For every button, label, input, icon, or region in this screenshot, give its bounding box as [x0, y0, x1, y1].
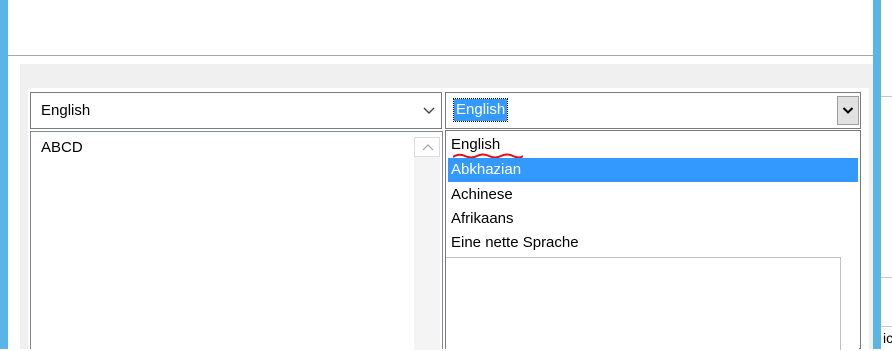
- edge-divider: [881, 326, 892, 327]
- options-empty-area: [446, 257, 858, 351]
- edge-divider: [881, 96, 892, 97]
- top-divider: [8, 55, 873, 56]
- option-achinese[interactable]: Achinese: [448, 183, 858, 207]
- list-item[interactable]: ABCD: [41, 138, 83, 158]
- target-language-input[interactable]: English: [452, 98, 509, 122]
- target-language-combobox[interactable]: English: [445, 92, 861, 129]
- scrollbar-track[interactable]: [840, 257, 859, 350]
- source-language-value: English: [41, 102, 91, 119]
- option-eine-nette-sprache[interactable]: Eine nette Sprache: [448, 231, 858, 255]
- scrollbar-track[interactable]: [414, 157, 440, 350]
- top-area: [8, 0, 873, 56]
- window-accent-right: [873, 0, 881, 349]
- window-accent-left: [0, 0, 8, 349]
- source-language-dropdown[interactable]: English: [30, 92, 442, 129]
- edge-divider: [881, 277, 892, 278]
- option-abkhazian[interactable]: Abkhazian: [448, 158, 858, 182]
- dropdown-button[interactable]: [837, 96, 859, 125]
- target-language-options[interactable]: English Abkhazian Achinese Afrikaans Ein…: [445, 130, 861, 351]
- chevron-down-icon: [421, 103, 437, 119]
- source-list[interactable]: ABCD: [30, 131, 443, 350]
- option-afrikaans[interactable]: Afrikaans: [448, 207, 858, 231]
- background-window-edge: [881, 0, 892, 349]
- edge-text-fragment: ic: [883, 330, 892, 346]
- scroll-up-button[interactable]: [414, 137, 440, 157]
